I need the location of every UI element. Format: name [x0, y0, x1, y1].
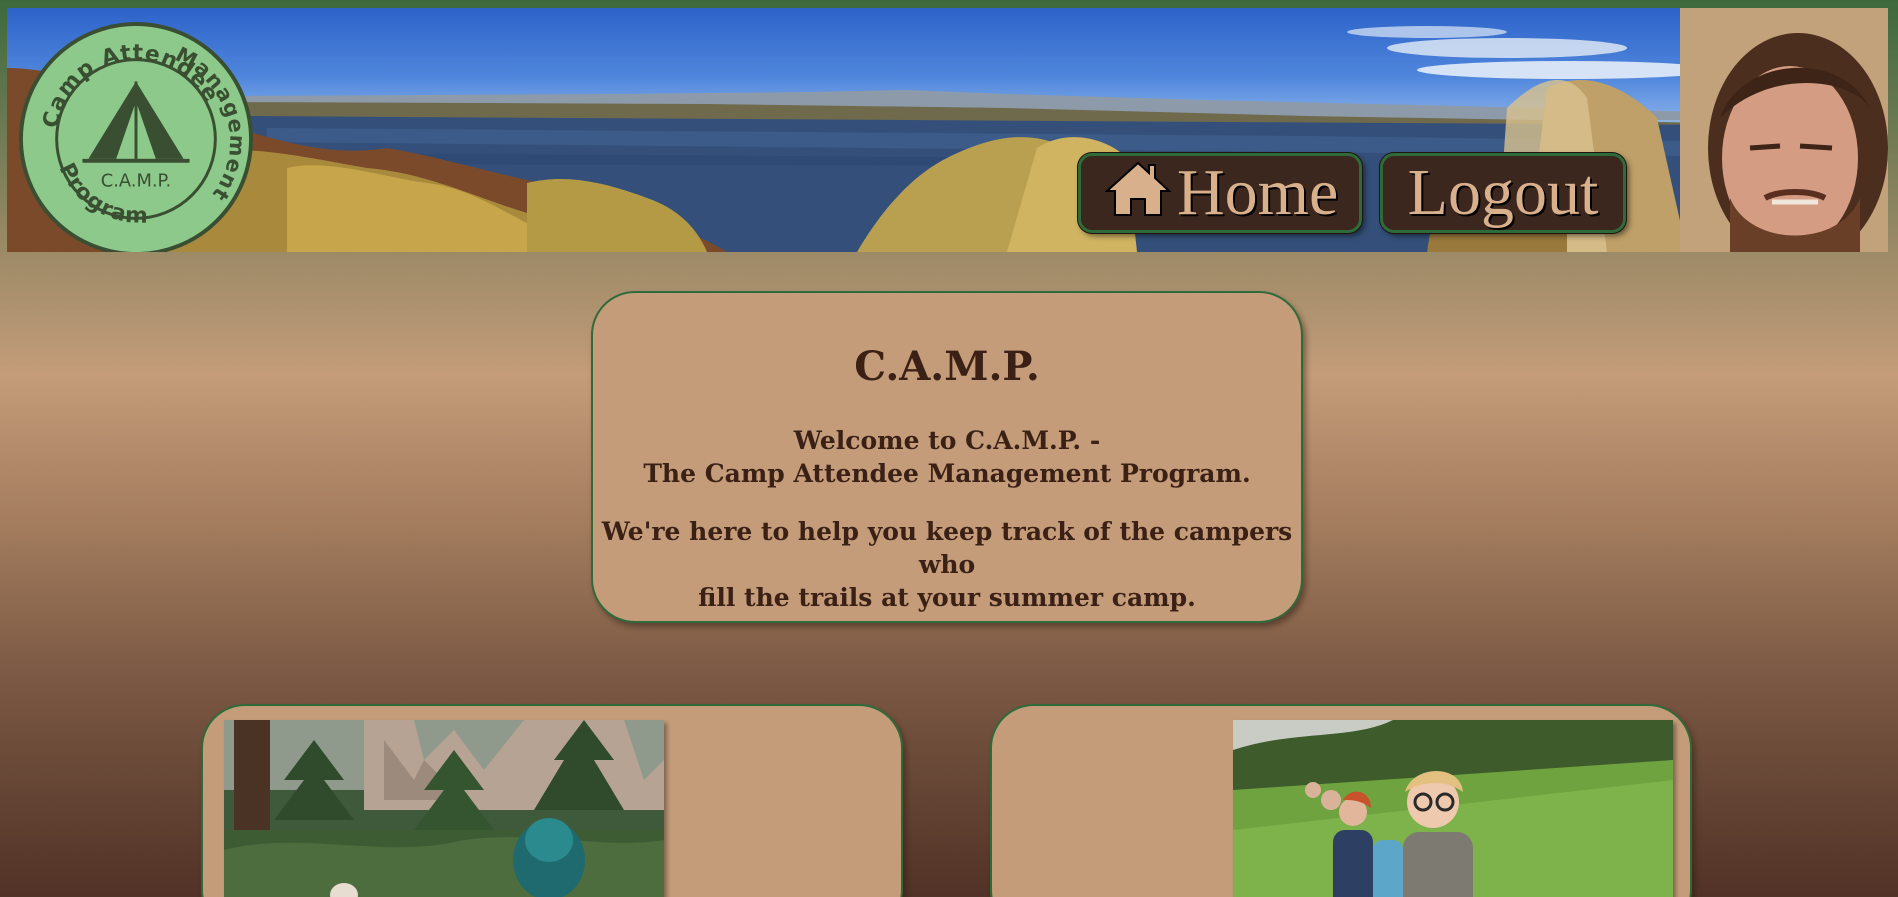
feature-card-hikers	[201, 704, 903, 897]
welcome-subtitle-line1: Welcome to C.A.M.P. -	[793, 426, 1101, 455]
logout-button-label: Logout	[1407, 156, 1599, 229]
hiking-campers-photo	[224, 720, 664, 897]
home-button[interactable]: Home	[1078, 153, 1362, 233]
house-icon	[1104, 161, 1172, 216]
welcome-description: We're here to help you keep track of the…	[593, 515, 1301, 614]
welcome-subtitle: Welcome to C.A.M.P. - The Camp Attendee …	[593, 424, 1301, 490]
kids-tug-of-war-photo	[1233, 720, 1673, 897]
camp-logo[interactable]: Camp Attendee Management Program C.A.M.P…	[17, 20, 255, 252]
welcome-card: C.A.M.P. Welcome to C.A.M.P. - The Camp …	[591, 291, 1303, 623]
welcome-description-line2: fill the trails at your summer camp.	[698, 583, 1196, 612]
logo-center-text: C.A.M.P.	[101, 171, 171, 192]
welcome-title: C.A.M.P.	[854, 343, 1040, 390]
logout-button[interactable]: Logout	[1380, 153, 1626, 233]
welcome-description-line1: We're here to help you keep track of the…	[601, 517, 1293, 579]
welcome-subtitle-line2: The Camp Attendee Management Program.	[643, 459, 1251, 488]
user-avatar-photo	[1680, 8, 1888, 252]
home-button-label: Home	[1177, 156, 1339, 229]
feature-card-tug-of-war	[990, 704, 1692, 897]
